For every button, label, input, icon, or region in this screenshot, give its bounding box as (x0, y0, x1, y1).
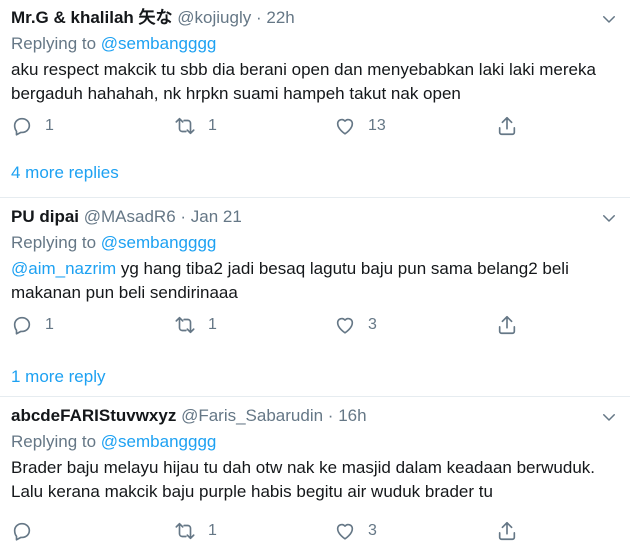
tweet-header: PU dipai @MAsadR6 · Jan 21 (11, 206, 590, 228)
user-handle[interactable]: @kojiugly (177, 8, 251, 27)
tweet[interactable]: PU dipai @MAsadR6 · Jan 21 Replying to @… (0, 199, 630, 397)
display-name[interactable]: abcdeFARIStuvwxyz (11, 406, 176, 425)
share-button[interactable] (496, 314, 518, 336)
reply-count: 1 (45, 316, 54, 333)
more-replies-link[interactable]: 4 more replies (11, 162, 119, 184)
heart-icon (336, 118, 354, 135)
retweet-icon (175, 117, 195, 135)
share-button[interactable] (496, 520, 518, 542)
retweet-button[interactable]: 1 (174, 314, 217, 336)
tweet-actions: 1 1 3 (11, 314, 531, 336)
timestamp[interactable]: Jan 21 (191, 207, 242, 226)
replying-to-label: Replying to (11, 233, 97, 252)
user-handle[interactable]: @Faris_Sabarudin (181, 406, 323, 425)
replying-to-label: Replying to (11, 432, 97, 451)
tweet-actions: 1 3 (11, 520, 531, 542)
separator-dot: · (180, 207, 187, 226)
replying-to-link[interactable]: @sembangggg (101, 233, 217, 252)
reply-button[interactable]: 1 (11, 115, 54, 137)
tweet-text-content: aku respect makcik tu sbb dia berani ope… (11, 60, 596, 103)
like-button[interactable]: 3 (334, 314, 377, 336)
replying-to-label: Replying to (11, 34, 97, 53)
user-handle[interactable]: @MAsadR6 (84, 207, 176, 226)
tweet[interactable]: abcdeFARIStuvwxyz @Faris_Sabarudin · 16h… (0, 398, 630, 549)
replying-to: Replying to @sembangggg (11, 232, 216, 254)
tweet-text: aku respect makcik tu sbb dia berani ope… (11, 58, 610, 106)
reply-icon (13, 522, 31, 541)
like-button[interactable]: 3 (334, 520, 377, 542)
tweet[interactable]: Mr.G & khalilah 矢な @kojiugly · 22h Reply… (0, 0, 630, 198)
timestamp[interactable]: 16h (338, 406, 366, 425)
replying-to-link[interactable]: @sembangggg (101, 432, 217, 451)
tweet-text: @aim_nazrim yg hang tiba2 jadi besaq lag… (11, 257, 610, 305)
separator-dot: · (255, 8, 262, 27)
share-icon (498, 521, 516, 541)
retweet-count: 1 (208, 522, 217, 539)
reply-icon (13, 316, 31, 335)
heart-icon (336, 317, 354, 334)
chevron-down-icon[interactable] (600, 10, 618, 28)
tweet-header: Mr.G & khalilah 矢な @kojiugly · 22h (11, 7, 590, 29)
reply-button[interactable] (11, 520, 45, 542)
more-replies-link[interactable]: 1 more reply (11, 366, 105, 388)
tweet-header: abcdeFARIStuvwxyz @Faris_Sabarudin · 16h (11, 405, 590, 427)
reply-button[interactable]: 1 (11, 314, 54, 336)
replying-to: Replying to @sembangggg (11, 431, 216, 453)
timestamp[interactable]: 22h (266, 8, 294, 27)
like-button[interactable]: 13 (334, 115, 386, 137)
like-count: 3 (368, 522, 377, 539)
like-count: 13 (368, 117, 386, 134)
mention-link[interactable]: @aim_nazrim (11, 259, 116, 278)
tweet-text: Brader baju melayu hijau tu dah otw nak … (11, 456, 610, 504)
share-button[interactable] (496, 115, 518, 137)
heart-icon (336, 523, 354, 540)
share-icon (498, 315, 516, 335)
replying-to-link[interactable]: @sembangggg (101, 34, 217, 53)
retweet-icon (175, 316, 195, 334)
chevron-down-icon[interactable] (600, 209, 618, 227)
share-icon (498, 116, 516, 136)
retweet-button[interactable]: 1 (174, 520, 217, 542)
replying-to: Replying to @sembangggg (11, 33, 216, 55)
retweet-button[interactable]: 1 (174, 115, 217, 137)
tweet-text-content: Brader baju melayu hijau tu dah otw nak … (11, 458, 596, 501)
retweet-count: 1 (208, 117, 217, 134)
retweet-icon (175, 522, 195, 540)
display-name[interactable]: Mr.G & khalilah 矢な (11, 8, 173, 27)
reply-count: 1 (45, 117, 54, 134)
retweet-count: 1 (208, 316, 217, 333)
display-name[interactable]: PU dipai (11, 207, 79, 226)
like-count: 3 (368, 316, 377, 333)
separator-dot: · (327, 406, 334, 425)
reply-icon (13, 117, 31, 136)
tweet-actions: 1 1 13 (11, 115, 531, 137)
chevron-down-icon[interactable] (600, 408, 618, 426)
